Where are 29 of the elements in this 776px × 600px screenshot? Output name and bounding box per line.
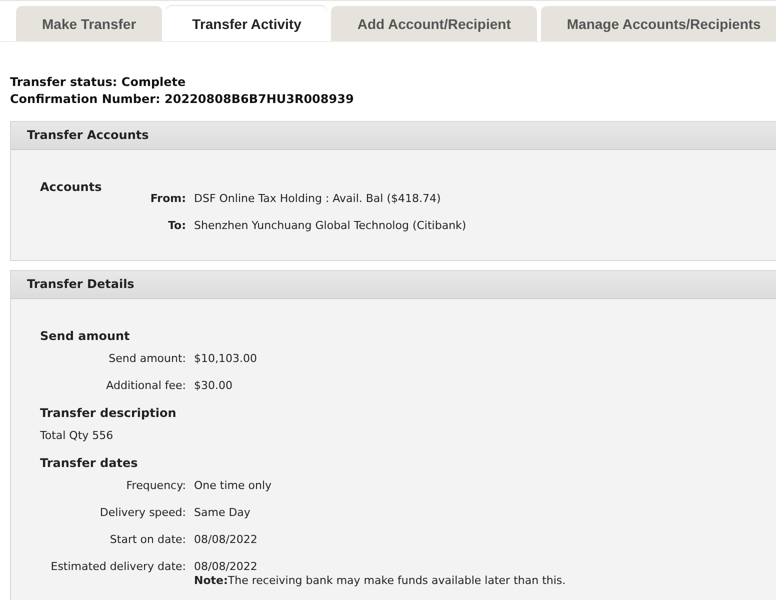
tab[interactable]: Make Transfer [16,6,162,41]
status-text: Transfer status: Complete [10,74,187,91]
panel-header: Transfer Details [11,271,776,299]
field-label: Delivery speed: [98,506,187,520]
field-label: From: [149,192,187,206]
field-label: Frequency: [125,479,187,493]
panel-header: Transfer Accounts [11,122,776,150]
field-value: DSF Online Tax Holding : Avail. Bal ($418.74) [194,192,441,206]
field-value: Same Day [194,506,250,520]
field-value: 08/08/2022 [194,533,258,547]
field-value: Shenzhen Yunchuang Global Technolog (Citibank) [194,219,466,233]
note-text: Note:The receiving bank may make funds available later than this. [194,574,566,588]
field-label: Start on date: [108,533,187,547]
section-heading: Accounts [40,180,103,194]
field-label: Additional fee: [105,379,187,393]
field-value: One time only [194,479,272,493]
section-heading: Send amount [40,329,131,343]
field-value: 08/08/2022 [194,560,258,574]
section-heading: Transfer dates [40,456,139,470]
field-value: $10,103.00 [194,352,257,366]
field-label: To: [167,219,187,233]
tab[interactable]: Manage Accounts/Recipients [540,6,776,41]
field-value: $30.00 [194,379,232,393]
tab[interactable]: Add Account/Recipient [331,6,537,41]
field-label: Estimated delivery date: [50,560,187,575]
field-label: Send amount: [108,352,187,366]
status-text: Confirmation Number: 20220808B6B7HU3R008939 [10,91,355,108]
description-text: Total Qty 556 [40,429,114,443]
section-heading: Transfer description [40,406,178,420]
